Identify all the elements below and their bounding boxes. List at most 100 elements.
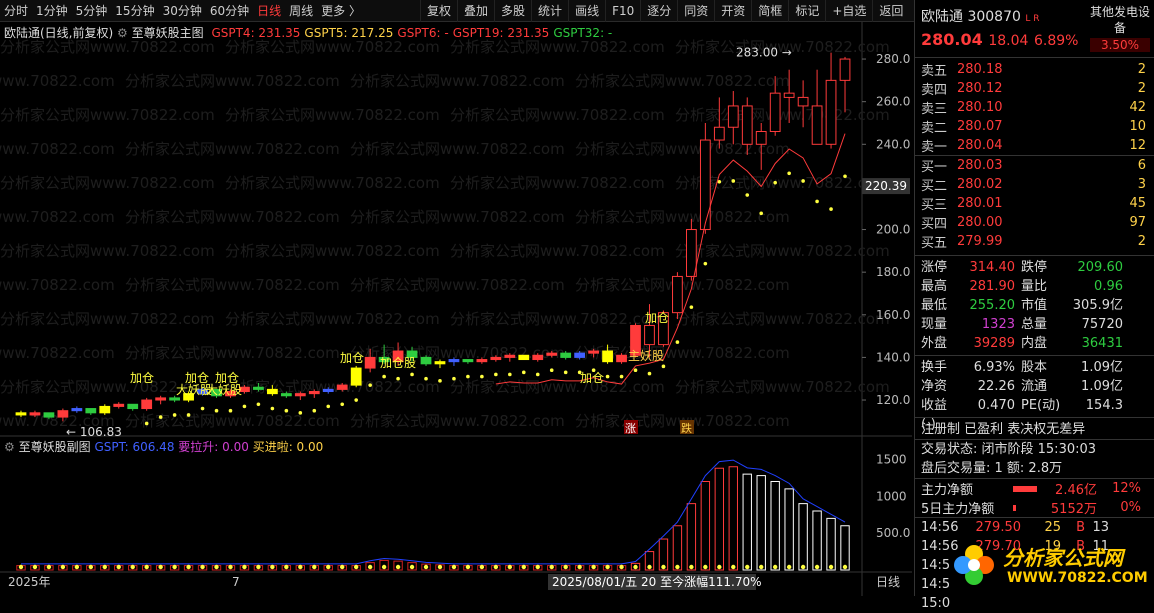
period-tab[interactable]: 更多 〉 — [317, 0, 365, 22]
candle-body — [266, 388, 278, 395]
sub-dot — [814, 564, 820, 570]
gspt-value: GSPT4: 231.35 — [211, 26, 301, 40]
support-dot — [172, 413, 177, 417]
trade-state: 交易状态: 闭市阶段 15:30:03 — [921, 442, 1097, 457]
tool-button[interactable]: 复权 — [420, 0, 457, 22]
price-change: 18.04 — [988, 33, 1029, 49]
sector-label[interactable]: 其他发电设备 — [1090, 4, 1150, 36]
period-tab[interactable]: 周线 — [285, 0, 317, 22]
stock-tags: 注册制 已盈利 表决权无差异 — [921, 422, 1086, 437]
main-indicator-name[interactable]: 至尊妖股主图 — [132, 26, 204, 40]
y-tick-label: 240.0 — [876, 137, 910, 151]
flow5-label: 5日主力净额 — [921, 502, 995, 517]
support-dot — [633, 368, 638, 372]
sub-dot — [661, 564, 666, 570]
orderbook-row[interactable]: 买一 280.03 6 — [915, 156, 1154, 175]
orderbook-row[interactable]: 买二 280.02 3 — [915, 175, 1154, 194]
support-dot — [424, 376, 428, 381]
candle-body — [141, 399, 153, 410]
candle-body — [476, 359, 488, 363]
level-volume: 10 — [1129, 119, 1146, 134]
level-price: 280.01 — [957, 196, 1003, 211]
stat-label: 涨停 — [921, 260, 948, 275]
candle-body — [155, 397, 167, 401]
sub-dot — [772, 564, 778, 570]
settings-icon[interactable]: ⚙ — [117, 26, 128, 40]
candle-body — [825, 79, 837, 145]
orderbook-row[interactable]: 卖四 280.12 2 — [915, 79, 1154, 98]
logo-url: WWW.70822.COM — [1007, 570, 1148, 586]
y-tick-label: 160.0 — [876, 308, 910, 322]
support-dot — [228, 408, 233, 413]
tool-button[interactable]: 叠加 — [457, 0, 494, 22]
period-tab[interactable]: 5分钟 — [72, 0, 112, 22]
tool-button[interactable]: 标记 — [788, 0, 825, 22]
watermark-text: 分析家公式网www.70822.com — [350, 276, 565, 294]
sub-bar — [812, 510, 822, 571]
period-tab[interactable]: 15分钟 — [111, 0, 158, 22]
sub-y-tick-label: 1500 — [876, 452, 907, 466]
tool-button[interactable]: 统计 — [531, 0, 568, 22]
candle-body — [518, 354, 530, 361]
tool-button[interactable]: 开资 — [714, 0, 751, 22]
sub-bar — [784, 488, 794, 571]
signal-annotation: 加仓 — [130, 371, 154, 385]
support-dot — [689, 305, 694, 309]
sub-dot — [367, 564, 373, 570]
tool-button[interactable]: 逐分 — [640, 0, 677, 22]
sub-bar — [756, 475, 766, 571]
settings-icon[interactable]: ⚙ — [4, 440, 15, 454]
tool-button[interactable]: 简框 — [751, 0, 788, 22]
quote-header: 欧陆通 300870 L R 280.04 18.04 6.89% 其他发电设备… — [915, 0, 1154, 58]
sub-bar — [798, 503, 808, 571]
kline-chart[interactable]: 分析家公式网www.70822.com 分析家公式网www.70822.com 分析… — [0, 22, 912, 596]
sub-indicator-name[interactable]: 至尊妖股副图 — [19, 440, 91, 454]
tool-button[interactable]: F10 — [605, 0, 640, 22]
level-price: 279.99 — [957, 234, 1003, 249]
candle-body — [602, 350, 613, 363]
tool-button[interactable]: +自选 — [825, 0, 872, 22]
after-hours: 盘后交易量: 1 额: 2.8万 — [921, 461, 1063, 476]
tool-button[interactable]: 同资 — [677, 0, 714, 22]
orderbook-row[interactable]: 买四 280.00 97 — [915, 213, 1154, 232]
sub-dot — [675, 564, 680, 570]
level-price: 280.18 — [957, 62, 1003, 77]
watermark-text: 分析家公式网www.70822.com — [0, 310, 215, 328]
candle-body — [741, 105, 753, 145]
candle-body — [811, 105, 823, 145]
orderbook-row[interactable]: 卖三 280.10 42 — [915, 98, 1154, 117]
tool-button[interactable]: 多股 — [494, 0, 531, 22]
support-dot — [298, 411, 303, 415]
sub-dot — [633, 564, 638, 570]
tool-button[interactable]: 画线 — [568, 0, 605, 22]
candle-body — [29, 412, 41, 416]
stat-value: 305.9亿 — [1072, 298, 1123, 313]
stat-value: 1323 — [981, 317, 1015, 332]
tool-button[interactable]: 返回 — [872, 0, 909, 22]
candle-body — [364, 356, 376, 369]
orderbook-row[interactable]: 卖五 280.18 2 — [915, 60, 1154, 79]
stock-chart-title[interactable]: 欧陆通(日线,前复权) — [4, 26, 113, 40]
orderbook-row[interactable]: 买五 279.99 2 — [915, 232, 1154, 251]
period-tab[interactable]: 1分钟 — [32, 0, 72, 22]
level-volume: 2 — [1137, 234, 1146, 249]
support-dot — [647, 371, 652, 376]
stat-label: 换手 — [921, 360, 948, 375]
orderbook-row[interactable]: 买三 280.01 45 — [915, 194, 1154, 213]
support-dot — [284, 408, 289, 413]
sub-mai-value: 买进啦: 0.00 — [252, 440, 324, 454]
chart-area[interactable]: 分析家公式网www.70822.com 分析家公式网www.70822.com 分析… — [0, 22, 912, 596]
watermark-text: 分析家公式网www.70822.com — [0, 140, 115, 158]
sub-dot — [116, 564, 121, 570]
orderbook-row[interactable]: 卖一 280.04 12 — [915, 136, 1154, 155]
period-tab[interactable]: 30分钟 — [159, 0, 206, 22]
orderbook-row[interactable]: 卖二 280.07 10 — [915, 117, 1154, 136]
period-tab[interactable]: 60分钟 — [206, 0, 253, 22]
period-tab[interactable]: 分时 — [0, 0, 32, 22]
stat-label: 收益(-) — [921, 398, 948, 432]
period-tab[interactable]: 日线 — [253, 0, 285, 22]
stat-label: 市值 — [1021, 298, 1048, 313]
stat-value: 1.09亿 — [1081, 379, 1123, 394]
last-price: 280.04 — [921, 30, 983, 49]
sub-dot — [409, 564, 415, 570]
